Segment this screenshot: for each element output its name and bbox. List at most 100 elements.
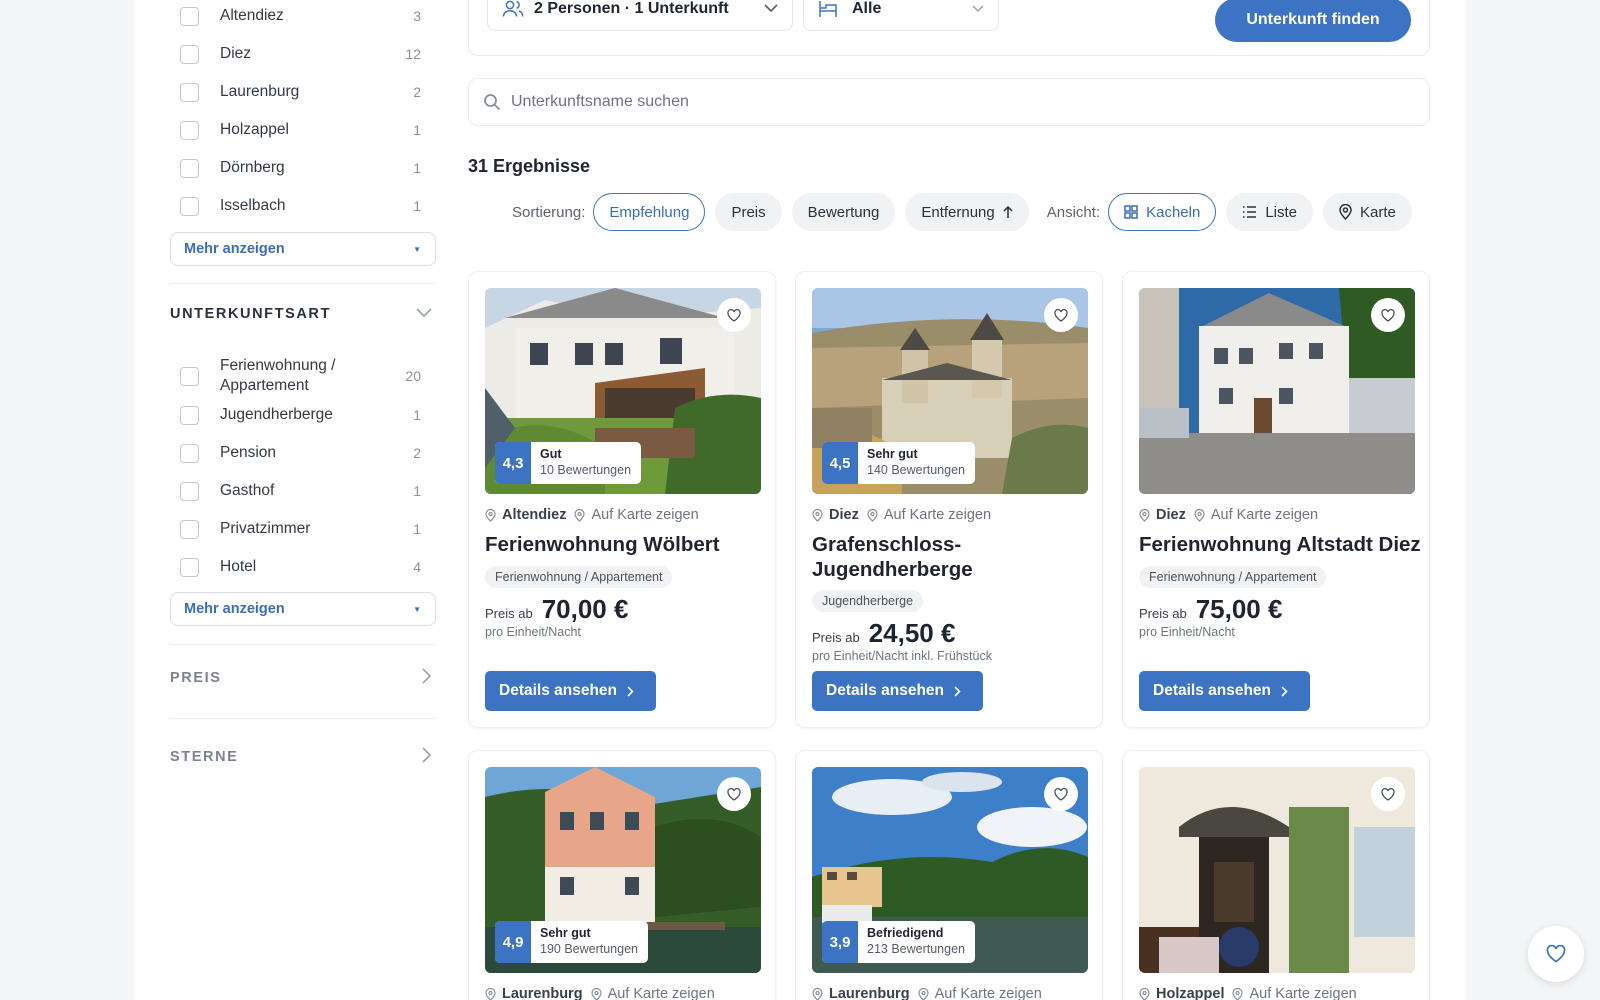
filter-label: Hotel (220, 558, 257, 575)
checkbox[interactable] (180, 196, 199, 216)
show-more-types-button[interactable]: Mehr anzeigen ▼ (170, 592, 436, 626)
results-count: 31 Ergebnisse (468, 156, 591, 176)
section-header-type[interactable]: UNTERKUNFTSART (170, 306, 436, 322)
favorite-button[interactable] (1371, 298, 1405, 332)
show-on-map-link[interactable]: Auf Karte zeigen (1211, 507, 1318, 523)
details-button[interactable]: Details ansehen (812, 671, 983, 711)
filter-town-diez[interactable]: Diez 12 (170, 44, 432, 64)
checkbox[interactable] (180, 366, 199, 386)
filter-town-isselbach[interactable]: Isselbach 1 (170, 196, 432, 216)
accommodation-photo[interactable]: 4,9 Sehr gut 190 Bewertungen (485, 767, 761, 973)
checkbox[interactable] (180, 6, 199, 26)
filter-type-gasthof[interactable]: Gasthof 1 (170, 481, 432, 501)
price-value: 24,50 € (868, 618, 956, 648)
details-button-label: Details ansehen (1153, 682, 1272, 699)
accommodation-name-search-input[interactable] (511, 93, 1311, 111)
accommodation-photo[interactable] (1139, 767, 1415, 973)
details-button[interactable]: Details ansehen (1139, 671, 1310, 711)
details-button[interactable]: Details ansehen (485, 671, 656, 711)
checkbox[interactable] (180, 82, 199, 102)
favorite-button[interactable] (1371, 777, 1405, 811)
sort-distance-button[interactable]: Entfernung (905, 193, 1029, 231)
checkbox[interactable] (180, 120, 199, 140)
favorite-button[interactable] (717, 298, 751, 332)
filter-town-laurenburg[interactable]: Laurenburg 2 (170, 82, 432, 102)
filter-count: 1 (413, 122, 421, 138)
town-name: Laurenburg (502, 986, 583, 1000)
rating-score: 4,3 (495, 442, 531, 484)
favorite-button[interactable] (1044, 298, 1078, 332)
accommodation-title[interactable]: Grafenschloss-Jugendherberge (812, 533, 1042, 582)
accommodation-title[interactable]: Ferienwohnung Altstadt Diez (1139, 533, 1429, 558)
filter-label: Holzappel (220, 121, 289, 138)
guests-select[interactable]: 2 Personen · 1 Unterkunft (487, 0, 793, 31)
favorite-button[interactable] (1044, 777, 1078, 811)
checkbox[interactable] (180, 481, 199, 501)
filter-type-pension[interactable]: Pension 2 (170, 443, 432, 463)
favorites-floating-button[interactable] (1528, 926, 1584, 982)
checkbox[interactable] (180, 405, 199, 425)
location-row: Diez Auf Karte zeigen (812, 507, 991, 523)
location-row: Holzappel Auf Karte zeigen (1139, 986, 1357, 1000)
show-more-towns-button[interactable]: Mehr anzeigen ▼ (170, 232, 436, 266)
bed-icon (818, 0, 838, 18)
find-accommodation-button[interactable]: Unterkunft finden (1215, 0, 1411, 42)
view-list-button[interactable]: Liste (1226, 193, 1313, 231)
heart-icon (1381, 308, 1395, 322)
checkbox[interactable] (180, 158, 199, 178)
checkbox[interactable] (180, 44, 199, 64)
location-row: Laurenburg Auf Karte zeigen (812, 986, 1042, 1000)
filter-town-doernberg[interactable]: Dörnberg 1 (170, 158, 432, 178)
location-pin-icon (1232, 987, 1244, 1000)
view-tiles-button[interactable]: Kacheln (1108, 193, 1217, 231)
accommodation-photo[interactable]: 4,3 Gut 10 Bewertungen (485, 288, 761, 494)
rating-badge: 3,9 Befriedigend 213 Bewertungen (822, 921, 975, 963)
accommodation-card: 4,5 Sehr gut 140 Bewertungen Diez Auf Kar… (795, 271, 1103, 728)
view-map-button[interactable]: Karte (1323, 193, 1412, 231)
filter-count: 1 (413, 198, 421, 214)
filter-type-privatzimmer[interactable]: Privatzimmer 1 (170, 519, 432, 539)
filter-town-holzappel[interactable]: Holzappel 1 (170, 120, 432, 140)
filter-town-altendiez[interactable]: Altendiez 3 (170, 6, 432, 26)
sort-recommendation-button[interactable]: Empfehlung (593, 193, 706, 231)
show-on-map-link[interactable]: Auf Karte zeigen (608, 986, 715, 1000)
heart-icon (1054, 787, 1068, 801)
checkbox[interactable] (180, 443, 199, 463)
review-count: 10 Bewertungen (540, 463, 632, 477)
chevron-right-icon (627, 685, 634, 697)
accommodation-title[interactable]: Ferienwohnung Wölbert (485, 533, 755, 558)
show-on-map-link[interactable]: Auf Karte zeigen (591, 507, 698, 523)
view-map-label: Karte (1360, 203, 1396, 221)
section-header-stars[interactable]: STERNE (170, 747, 436, 767)
rating-label: Gut (540, 447, 562, 461)
favorite-button[interactable] (717, 777, 751, 811)
details-button-label: Details ansehen (499, 682, 618, 699)
accommodation-photo[interactable]: 4,5 Sehr gut 140 Bewertungen (812, 288, 1088, 494)
search-bar (468, 78, 1430, 126)
location-pin-icon (812, 508, 823, 522)
list-icon (1242, 206, 1257, 218)
show-more-label: Mehr anzeigen (184, 241, 285, 257)
page-content: Altendiez 3 Diez 12 Laurenburg 2 Holzappel 1… (134, 0, 1466, 1000)
accommodation-photo[interactable] (1139, 288, 1415, 494)
users-icon (502, 0, 524, 18)
filter-type-jugendherberge[interactable]: Jugendherberge 1 (170, 405, 432, 425)
sort-price-button[interactable]: Preis (715, 193, 782, 231)
checkbox[interactable] (180, 557, 199, 577)
show-on-map-link[interactable]: Auf Karte zeigen (884, 507, 991, 523)
rating-label: Befriedigend (867, 926, 944, 940)
filter-label: Ferienwohnung / Appartement (220, 357, 336, 394)
filter-type-hotel[interactable]: Hotel 4 (170, 557, 432, 577)
checkbox[interactable] (180, 519, 199, 539)
show-on-map-link[interactable]: Auf Karte zeigen (1249, 986, 1356, 1000)
section-header-price[interactable]: PREIS (170, 668, 436, 688)
heart-icon (1546, 945, 1566, 963)
accommodation-photo[interactable]: 3,9 Befriedigend 213 Bewertungen (812, 767, 1088, 973)
filter-type-ferienwohnung[interactable]: Ferienwohnung / Appartement 20 (170, 356, 432, 396)
rating-score: 3,9 (822, 921, 858, 963)
show-on-map-link[interactable]: Auf Karte zeigen (935, 986, 1042, 1000)
rating-label: Sehr gut (867, 447, 918, 461)
bed-type-select[interactable]: Alle (803, 0, 999, 31)
town-name: Diez (1156, 507, 1186, 523)
sort-rating-button[interactable]: Bewertung (791, 193, 896, 231)
